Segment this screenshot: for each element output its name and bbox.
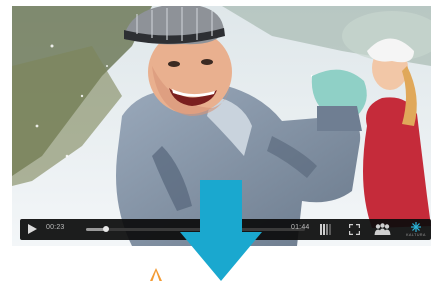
duration-time: 01:44 [291,224,310,231]
people-share-icon[interactable] [374,223,391,235]
volume-bars-icon[interactable] [320,224,332,235]
brand-burst [411,222,421,232]
scrubber-handle[interactable] [102,226,109,232]
brand-text: KALTURA [406,233,426,237]
orange-triangle-icon [150,268,162,281]
down-arrow-icon [180,180,262,281]
expand-icon[interactable] [349,224,360,235]
play-icon[interactable] [28,224,37,234]
current-time: 00:23 [46,224,65,231]
kaltura-logo-icon: KALTURA [402,221,430,239]
